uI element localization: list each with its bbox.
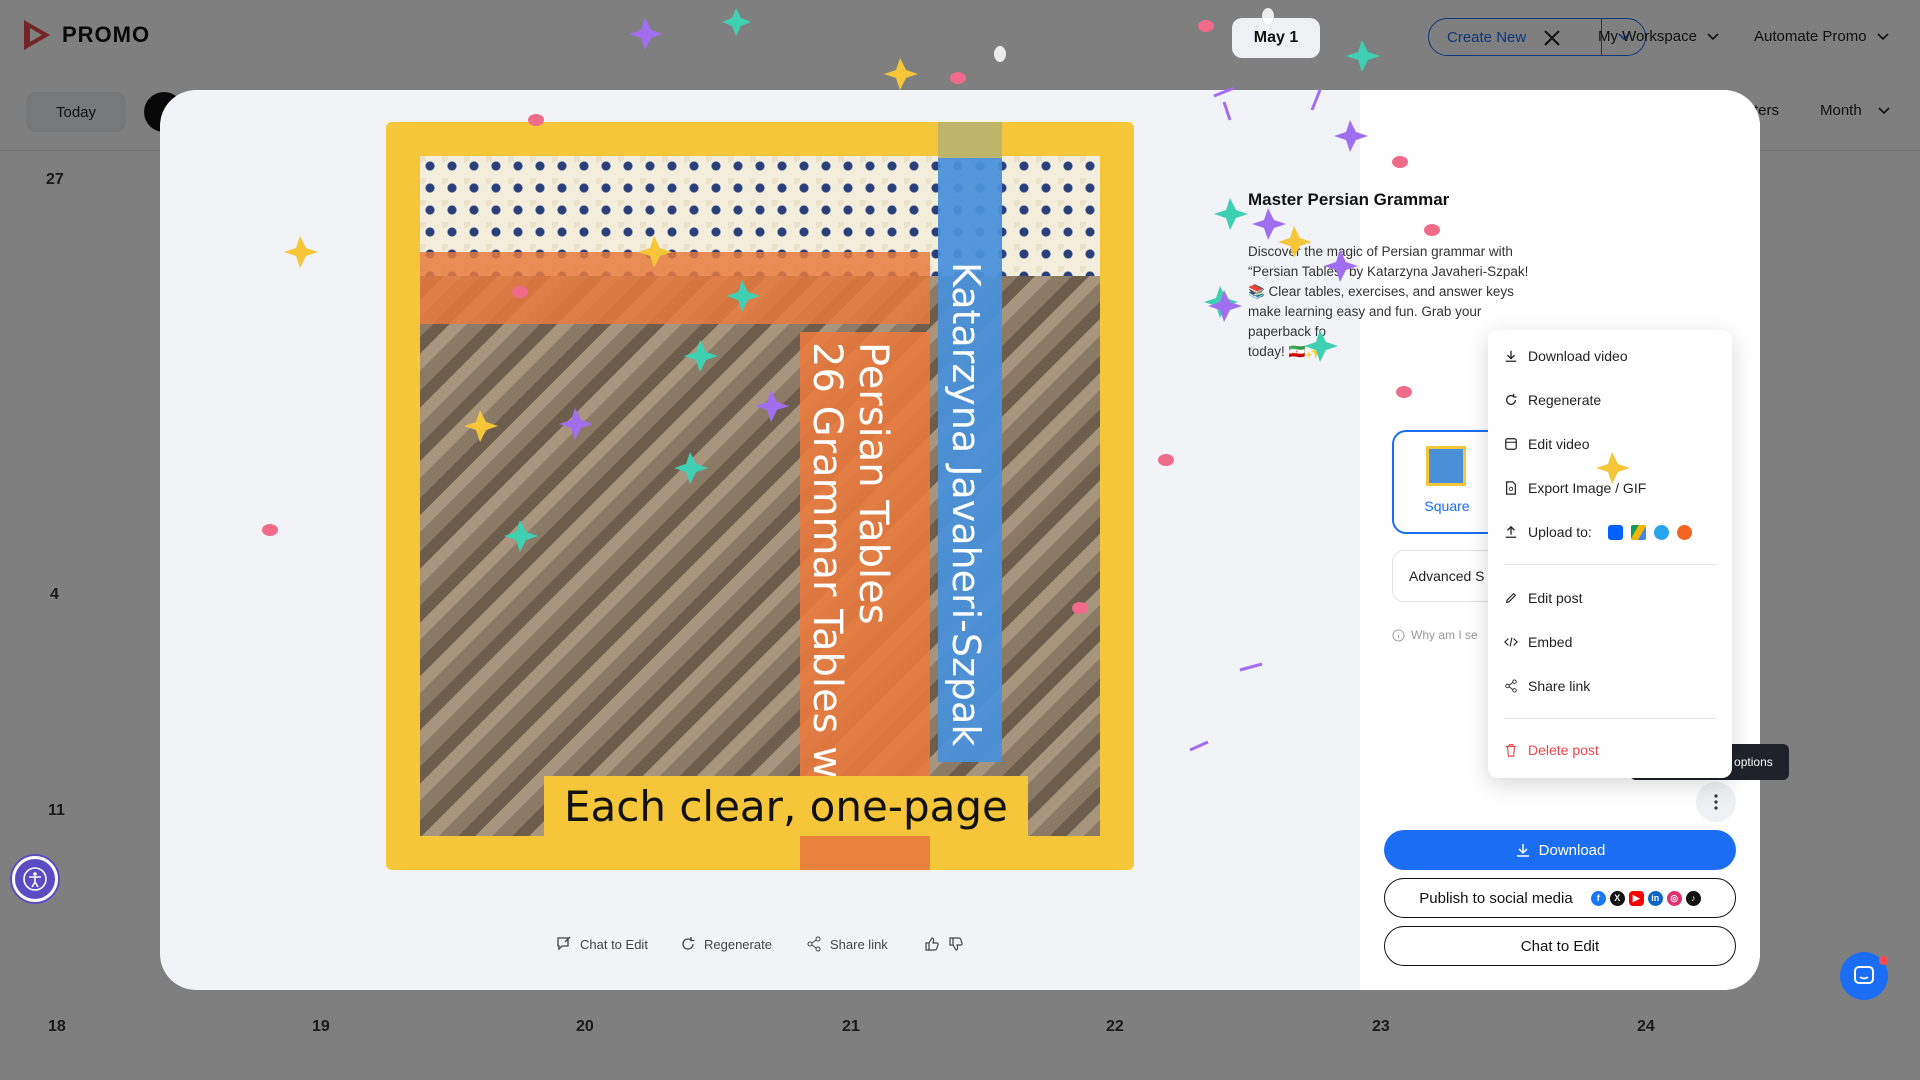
confetti-pieces	[262, 8, 1630, 752]
confetti-overlay	[262, 8, 1630, 752]
